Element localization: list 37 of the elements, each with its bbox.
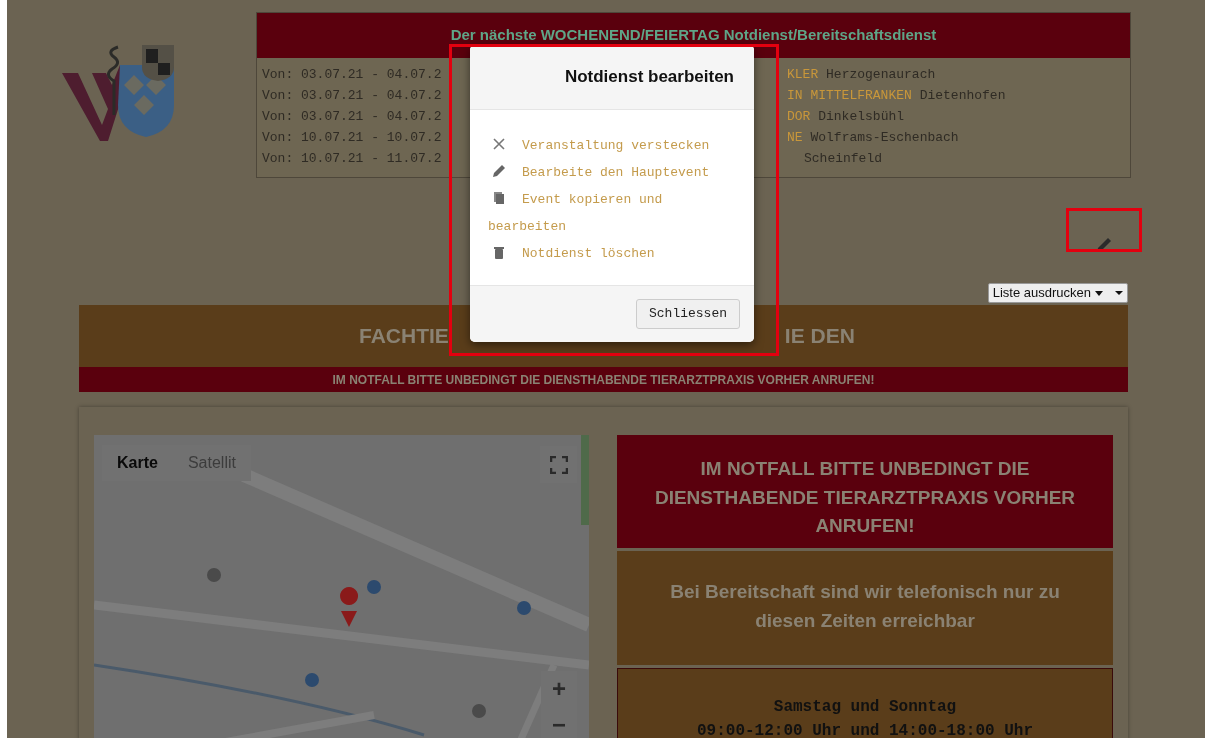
modal-action-link[interactable]: Notdienst löschen [488, 240, 736, 267]
pencil-icon [492, 164, 506, 178]
practice-name: NE [787, 130, 803, 145]
modal-action-link[interactable]: Bearbeite den Hauptevent [488, 159, 736, 186]
alert-box: IM NOTFALL BITTE UNBEDINGT DIE DIENSTHABENDE TIERARZTPRAXIS VORHER ANRUFEN! [617, 435, 1113, 548]
notice-box: Bei Bereitschaft sind wir telefonisch nur zu diesen Zeiten erreichbar [617, 551, 1113, 665]
zoom-out-button[interactable]: − [541, 707, 577, 738]
practice-name: KLER [787, 67, 819, 82]
close-button[interactable]: Schliessen [636, 299, 740, 329]
trash-icon [492, 245, 506, 259]
zoom-in-button[interactable]: + [541, 671, 577, 707]
banner-text: IE DEN [784, 323, 855, 350]
notice-strip: IM NOTFALL BITTE UNBEDINGT DIE DIENSTHABENDE TIERARZTPRAXIS VORHER ANRUFEN! [79, 367, 1128, 392]
date-range: Von: 03.07.21 - 04.07.2 [262, 87, 443, 105]
modal-action-link[interactable]: Event kopieren und bearbeiten [488, 186, 736, 240]
date-range: Von: 03.07.21 - 04.07.2 [262, 108, 443, 126]
banner-text: FACHTIE [359, 323, 449, 350]
hours-text: 09:00-12:00 Uhr und 14:00-18:00 Uhr [695, 721, 1035, 738]
copy-icon [492, 191, 506, 205]
date-range: Von: 10.07.21 - 10.07.2 [262, 129, 443, 147]
fullscreen-icon [549, 456, 568, 475]
date-range: Von: 10.07.21 - 11.07.2 [262, 150, 443, 168]
close-icon [492, 137, 506, 151]
practice-name: IN MITTELFRANKEN [787, 88, 912, 103]
print-select[interactable]: Liste ausdrucken [987, 283, 1128, 303]
practice-location: Dietenhofen [919, 88, 1006, 103]
date-range: Von: 03.07.21 - 04.07.2 [262, 66, 443, 84]
modal-title: Notdienst bearbeiten [564, 66, 734, 89]
modal-action-link[interactable]: Veranstaltung verstecken [488, 132, 736, 159]
hours-text: Samstag und Sonntag [772, 697, 958, 718]
practice-name: DOR [787, 109, 811, 124]
dropdown-arrow-icon [1115, 291, 1123, 295]
practice-location: Dinkelsbühl [818, 109, 905, 124]
caret-icon [1095, 290, 1103, 296]
practice-location: Scheinfeld [804, 151, 882, 166]
practice-location: Wolframs-Eschenbach [810, 130, 959, 145]
practice-location: Herzogenaurach [826, 67, 936, 82]
